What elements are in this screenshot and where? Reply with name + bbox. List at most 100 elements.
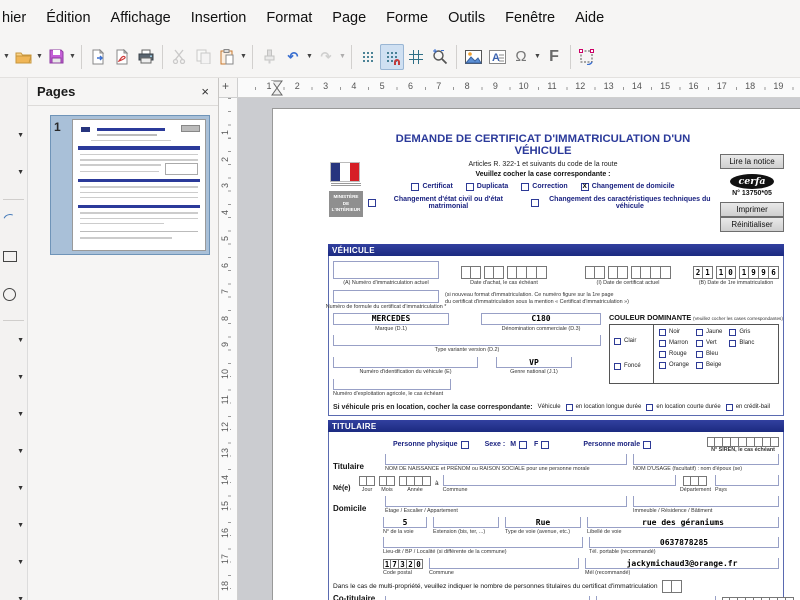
drawing-tool[interactable]: ▼ [0,473,27,510]
field-commune-naissance[interactable]: Commune [443,475,676,494]
menu-edition[interactable]: Édition [36,5,100,31]
insert-textbox-icon[interactable]: A [485,44,509,70]
field-genre-national[interactable]: VP Genre national (J.1) [496,357,572,376]
field-exploitation-agricole[interactable]: Numéro d'exploitation agricole, le cas é… [333,379,451,398]
checkbox-duplicata[interactable] [466,183,474,191]
checkbox-bleu[interactable] [696,351,703,358]
curve-tool-icon[interactable] [0,204,27,241]
field-immatriculation-actuelle[interactable]: (A) Numéro d'immatriculation actuel [333,261,439,287]
field-jour[interactable]: Jour [359,476,375,494]
drawing-canvas[interactable]: MINISTÈRE DE L'INTÉRIEUR DEMANDE DE CERT… [238,98,800,600]
menu-fichier[interactable]: hier [0,5,36,31]
checkbox-marron[interactable] [659,340,666,347]
field-date-achat[interactable]: Date d'achat, le cas échéant [445,266,563,287]
field-type-variante[interactable]: Type variante version (D.2) [333,335,601,354]
checkbox-blanc[interactable] [729,340,736,347]
field-cotitulaire-usage[interactable]: NOM D'USAGE (facultatif) : nom d'époux (… [596,596,716,600]
field-nombre-titulaires[interactable] [662,580,682,593]
ellipse-tool-icon[interactable] [0,278,27,315]
paste-dropdown-arrow[interactable]: ▼ [239,53,248,60]
rectangle-tool-icon[interactable] [0,241,27,278]
redo-dropdown-arrow[interactable]: ▼ [338,53,347,60]
undo-dropdown-arrow[interactable]: ▼ [305,53,314,60]
display-grid-icon[interactable] [356,44,380,70]
menu-affichage[interactable]: Affichage [101,5,181,31]
save-dropdown-arrow[interactable]: ▼ [68,53,77,60]
copy-icon[interactable] [191,44,215,70]
checkbox-jaune[interactable] [696,329,703,336]
checkbox-fonce[interactable] [614,363,621,370]
checkbox-gris[interactable] [729,329,736,336]
field-departement[interactable]: Département [680,476,711,494]
drawing-tool[interactable]: ▼ [0,436,27,473]
checkbox-changement-domicile[interactable]: X [581,183,589,191]
field-email[interactable]: jackymichaud3@orange.fr Mél (recommandé) [585,558,779,577]
clone-formatting-icon[interactable] [257,44,281,70]
field-lieudit[interactable]: Lieu-dit / BP / Localité (si différente … [383,537,583,556]
document-page[interactable]: MINISTÈRE DE L'INTÉRIEUR DEMANDE DE CERT… [272,108,800,600]
menu-insertion[interactable]: Insertion [181,5,257,31]
checkbox-location-courte[interactable] [646,404,653,411]
checkbox-certificat[interactable] [411,183,419,191]
cut-icon[interactable] [167,44,191,70]
drawing-tool[interactable]: ▼ [0,584,27,600]
menu-forme[interactable]: Forme [376,5,438,31]
new-dropdown-arrow[interactable]: ▼ [2,53,11,60]
open-folder-icon[interactable] [11,44,35,70]
export-pdf-icon[interactable] [110,44,134,70]
undo-icon[interactable]: ↶ [281,44,305,70]
field-nom-usage[interactable]: NOM D'USAGE (facultatif) : nom d'époux (… [633,454,779,473]
field-libelle-voie[interactable]: rue des géraniums Libellé de voie [587,517,779,536]
zoom-icon[interactable] [428,44,452,70]
insert-image-icon[interactable] [461,44,485,70]
paste-icon[interactable] [215,44,239,70]
field-telephone[interactable]: 0637878285 Tél. portable (recommandé) [589,537,779,556]
checkbox-correction[interactable] [521,183,529,191]
drawing-tool[interactable]: ▼ [0,157,27,194]
special-character-icon[interactable]: Ω [509,44,533,70]
snap-to-grid-icon[interactable] [380,44,404,70]
special-character-dropdown-arrow[interactable]: ▼ [533,53,542,60]
field-numero-voie[interactable]: 5 N° de la voie [383,517,427,536]
field-annee[interactable]: Année [399,476,431,494]
imprimer-button[interactable]: Imprimer [720,202,784,217]
checkbox-beige[interactable] [696,362,703,369]
redo-icon[interactable]: ↷ [314,44,338,70]
checkbox-credit-bail[interactable] [726,404,733,411]
checkbox-noir[interactable] [659,329,666,336]
checkbox-sexe-m[interactable] [519,441,527,449]
checkbox-vert[interactable] [696,340,703,347]
menu-fenetre[interactable]: Fenêtre [495,5,565,31]
field-cotitulaire-nom[interactable]: NOM DE NAISSANCE et PRÉNOM ou RAISON SOC… [385,596,590,600]
field-vin[interactable]: Numéro d'identification du véhicule (E) [333,357,478,376]
field-numero-formule[interactable]: Numéro de formule du certificat d'immatr… [333,290,439,311]
checkbox-personne-physique[interactable] [461,441,469,449]
drawing-tool[interactable]: ▼ [0,120,27,157]
fontwork-icon[interactable]: F [542,44,566,70]
drawing-tool[interactable]: ▼ [0,399,27,436]
field-date-certificat[interactable]: (I) Date de certificat actuel [569,266,687,287]
field-siren[interactable]: N° SIREN, le cas échéant [707,437,779,454]
field-nom-naissance[interactable]: NOM DE NAISSANCE et PRÉNOM ou RAISON SOC… [385,454,627,473]
menu-aide[interactable]: Aide [565,5,614,31]
reinitialiser-button[interactable]: Réinitialiser [720,217,784,232]
field-extension[interactable]: Extension (bis, ter, ...) [433,517,499,536]
checkbox-personne-morale[interactable] [643,441,651,449]
checkbox-sexe-f[interactable] [541,441,549,449]
transformations-icon[interactable] [575,44,599,70]
open-dropdown-arrow[interactable]: ▼ [35,53,44,60]
export-icon[interactable] [86,44,110,70]
drawing-tool[interactable]: ▼ [0,325,27,362]
checkbox-clair[interactable] [614,338,621,345]
checkbox-rouge[interactable] [659,351,666,358]
field-denomination[interactable]: C180 Dénomination commerciale (D.3) [481,313,601,333]
field-marque[interactable]: MERCEDES Marque (D.1) [333,313,449,333]
field-mois[interactable]: Mois [379,476,395,494]
drawing-tool[interactable]: ▼ [0,547,27,584]
save-icon[interactable] [44,44,68,70]
field-code-postal[interactable]: 17320 Code postal [383,559,423,577]
page-thumbnail[interactable]: 1 [50,115,210,255]
field-cotitulaire-siren[interactable]: N° SIREN, le cas échéant [722,597,794,600]
page-thumbnail-preview[interactable] [72,119,206,251]
helplines-icon[interactable] [404,44,428,70]
